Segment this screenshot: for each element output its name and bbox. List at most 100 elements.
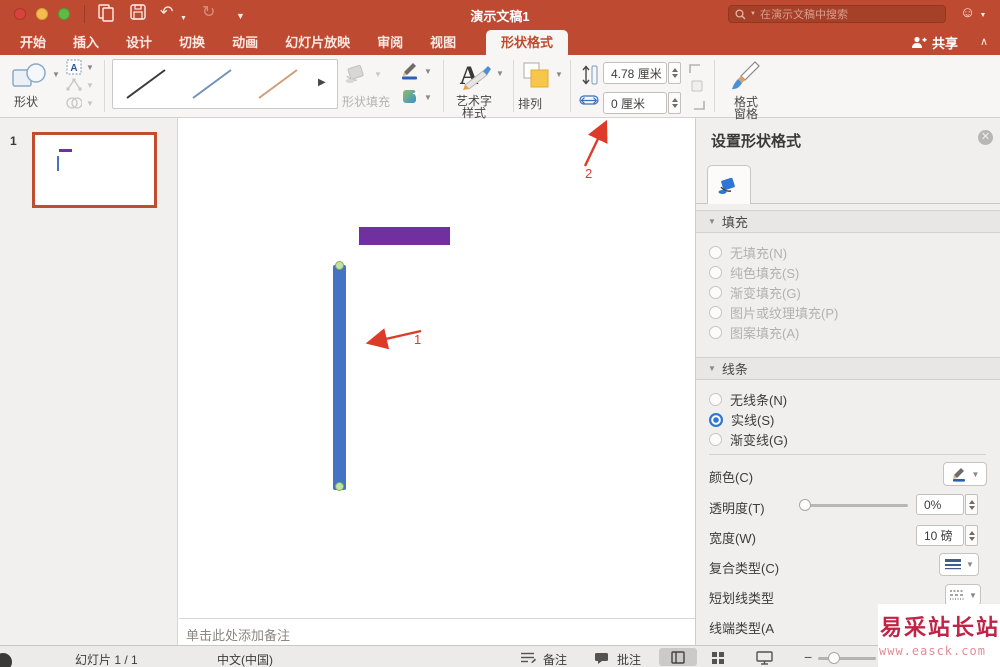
fill-section-label: 填充 <box>721 215 748 230</box>
shape-bottom-handle[interactable] <box>335 482 344 491</box>
radio-icon[interactable] <box>709 433 722 446</box>
line-style-blue[interactable] <box>179 62 245 106</box>
svg-text:A: A <box>70 63 77 74</box>
share-label: 共享 <box>931 36 958 51</box>
watermark-site-name: 易采站长站 <box>880 615 1000 640</box>
wordart-dropdown-caret[interactable]: ▼ <box>496 69 504 78</box>
feedback-smiley-icon[interactable]: ☺ ▼ <box>960 4 986 21</box>
radio-icon <box>709 286 722 299</box>
fill-section-header[interactable]: ▼ 填充 <box>696 210 1000 233</box>
shape-style-gallery[interactable] <box>112 59 338 109</box>
radio-icon <box>709 246 722 259</box>
line-width-stepper[interactable] <box>965 525 978 546</box>
shape-effects-icon[interactable] <box>401 88 421 106</box>
line-color-pencil-icon[interactable] <box>399 62 421 80</box>
tab-transitions[interactable]: 切换 <box>179 32 205 51</box>
shape-top-handle[interactable] <box>335 261 344 270</box>
crop-icon <box>686 63 708 111</box>
dash-lines-icon <box>949 589 965 601</box>
tab-slideshow[interactable]: 幻灯片放映 <box>285 32 350 51</box>
zoom-slider-thumb[interactable] <box>828 652 840 664</box>
slide-canvas[interactable] <box>179 118 695 645</box>
fill-option-picture: 图片或纹理填充(P) <box>709 303 838 322</box>
tab-insert[interactable]: 插入 <box>73 32 99 51</box>
ribbon: ▼ 形状 A ▼ ▼ ▼ ▶ ▼ 形状填充 ▼ ▼ A ▼ 艺术字 样式 ▼ 排… <box>0 55 1000 121</box>
tab-review[interactable]: 审阅 <box>377 32 403 51</box>
format-pane-button[interactable] <box>730 59 762 93</box>
panel-close-icon[interactable]: ✕ <box>978 130 993 145</box>
insert-shape-icon[interactable] <box>10 61 50 91</box>
line-option-gradient[interactable]: 渐变线(G) <box>709 430 788 449</box>
arrange-icon[interactable] <box>522 61 552 89</box>
slide-number: 1 <box>10 134 17 148</box>
line-style-black[interactable] <box>113 62 179 106</box>
text-box-icon[interactable]: A <box>66 59 82 75</box>
purple-rectangle-shape[interactable] <box>359 227 450 245</box>
dropdown-caret: ▼ <box>966 560 974 569</box>
line-width-field[interactable]: 10 磅 <box>916 525 964 546</box>
transparency-slider-thumb[interactable] <box>799 499 811 511</box>
comments-toggle-label[interactable]: 批注 <box>617 651 641 667</box>
tab-shape-format-active[interactable]: 形状格式 <box>486 30 569 55</box>
transparency-slider[interactable] <box>803 504 908 507</box>
thumb-purple-shape <box>59 149 72 152</box>
pencil-icon <box>952 467 965 482</box>
tab-design[interactable]: 设计 <box>126 32 152 51</box>
wordart-icon[interactable]: A <box>455 59 493 91</box>
search-scope-caret[interactable]: ▼ <box>750 11 756 17</box>
zoom-slider[interactable] <box>818 657 876 660</box>
shape-height-field[interactable]: 4.78 厘米 <box>603 62 667 84</box>
effects-dropdown-caret[interactable]: ▼ <box>424 93 432 102</box>
zoom-out-button[interactable]: − <box>804 649 812 665</box>
format-shape-panel: 设置形状格式 ✕ ▼ 填充 无填充(N) 纯色填充(S) 渐变填充(G) 图片或… <box>695 118 1000 645</box>
textbox-dropdown-caret[interactable]: ▼ <box>86 63 94 72</box>
shapes-dropdown-caret[interactable]: ▼ <box>52 70 60 79</box>
normal-view-button[interactable] <box>659 648 697 666</box>
format-pane-label-2: 窗格 <box>734 107 759 121</box>
language-indicator[interactable]: 中文(中国) <box>217 651 273 667</box>
line-width-label: 宽度(W) <box>709 531 756 546</box>
watermark-url: www.easck.com <box>879 644 986 658</box>
arrange-label: 排列 <box>518 97 543 111</box>
shape-width-field[interactable]: 0 厘米 <box>603 92 667 114</box>
collapse-ribbon-icon[interactable]: ∧ <box>980 35 988 48</box>
line-section-header[interactable]: ▼ 线条 <box>696 357 1000 380</box>
collapse-triangle-icon: ▼ <box>708 217 716 226</box>
notes-area[interactable]: 单击此处添加备注 <box>179 618 695 645</box>
ribbon-tabbar: 开始 插入 设计 切换 动画 幻灯片放映 审阅 视图 形状格式 共享 ∧ <box>0 28 1000 55</box>
gallery-more-arrow[interactable]: ▶ <box>318 77 326 88</box>
radio-selected-icon[interactable] <box>709 412 723 427</box>
notes-toggle-icon[interactable] <box>519 652 536 663</box>
tab-animations[interactable]: 动画 <box>232 32 258 51</box>
compound-type-button[interactable]: ▼ <box>939 553 979 576</box>
slide-sorter-view-button[interactable] <box>712 652 725 664</box>
arrange-dropdown-caret[interactable]: ▼ <box>555 70 563 79</box>
shape-fill-bucket-icon <box>344 63 370 85</box>
slideshow-view-button[interactable] <box>756 651 773 665</box>
line-style-orange[interactable] <box>245 62 311 106</box>
tab-home[interactable]: 开始 <box>20 32 46 51</box>
tab-view[interactable]: 视图 <box>430 32 456 51</box>
transparency-stepper[interactable] <box>965 494 978 515</box>
height-stepper[interactable] <box>668 62 681 84</box>
width-stepper[interactable] <box>668 92 681 114</box>
line-option-none[interactable]: 无线条(N) <box>709 390 787 409</box>
notes-toggle-label[interactable]: 备注 <box>543 651 567 667</box>
linecolor-dropdown-caret[interactable]: ▼ <box>424 67 432 76</box>
search-input[interactable]: ▼ 在演示文稿中搜索 <box>728 5 946 23</box>
transparency-label: 透明度(T) <box>709 501 765 516</box>
compound-type-label: 复合类型(C) <box>709 561 780 576</box>
slide-thumbnail[interactable] <box>32 132 157 208</box>
dash-type-button[interactable]: ▼ <box>945 584 981 606</box>
blue-line-shape-selected[interactable] <box>333 265 346 490</box>
transparency-value-field[interactable]: 0% <box>916 494 964 515</box>
line-option-solid[interactable]: 实线(S) <box>709 410 774 429</box>
ribbon-divider <box>443 60 444 112</box>
line-color-button[interactable]: ▼ <box>943 462 987 486</box>
share-button[interactable]: 共享 <box>911 33 958 52</box>
corner-artifact <box>0 653 12 667</box>
search-placeholder: 在演示文稿中搜索 <box>759 9 848 21</box>
radio-icon[interactable] <box>709 393 722 406</box>
comments-toggle-icon[interactable] <box>594 652 609 664</box>
panel-tab-fill-line[interactable] <box>707 165 751 204</box>
